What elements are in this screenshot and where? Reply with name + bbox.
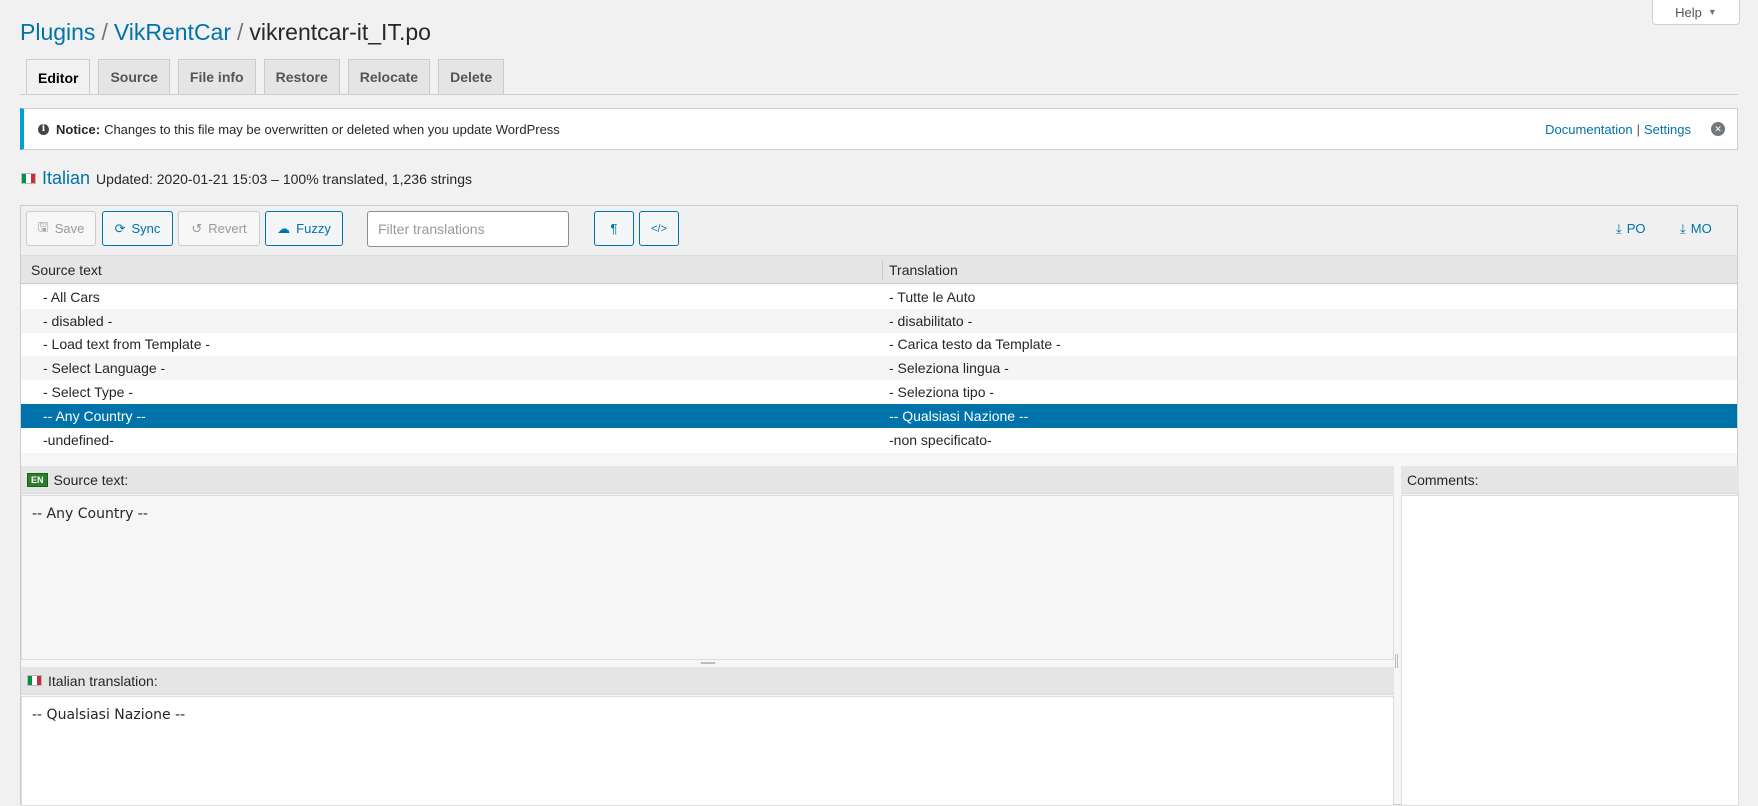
source-text-box: -- Any Country -- — [21, 495, 1394, 660]
close-icon[interactable]: ✕ — [1711, 122, 1725, 136]
notice-title: Notice: — [56, 121, 101, 137]
table-row-selected[interactable]: -- Any Country -- -- Qualsiasi Nazione -- — [21, 403, 1737, 428]
help-label: Help — [1675, 4, 1702, 20]
breadcrumb-vikrentcar-link[interactable]: VikRentCar — [114, 19, 231, 45]
breadcrumb: Plugins / VikRentCar / vikrentcar-it_IT.po — [20, 17, 431, 47]
translation-label-bar: Italian translation: — [21, 667, 1394, 695]
revert-icon: ↺ — [191, 220, 203, 236]
revert-button[interactable]: ↺ Revert — [178, 211, 260, 246]
breadcrumb-plugins-link[interactable]: Plugins — [20, 19, 95, 45]
tab-editor[interactable]: Editor — [26, 59, 91, 95]
po-label: PO — [1626, 221, 1646, 236]
italy-flag-icon — [21, 173, 36, 184]
en-flag-icon: EN — [27, 472, 48, 487]
source-cell: - Load text from Template - — [43, 336, 211, 353]
floppy-disk-icon: 🖫 — [37, 218, 49, 234]
cloud-icon: ☁ — [277, 220, 291, 236]
table-row[interactable]: - disabled - - disabilitato - — [21, 308, 1737, 333]
comments-box[interactable] — [1401, 495, 1739, 806]
table-row[interactable]: - Select Language - - Seleziona lingua - — [21, 356, 1737, 381]
source-cell: - Select Type - — [43, 384, 134, 401]
tab-file-info[interactable]: File info — [177, 59, 256, 94]
info-icon: i — [38, 123, 49, 135]
language-status-text: Updated: 2020-01-21 15:03 – 100% transla… — [96, 170, 472, 187]
translation-cell: -- Qualsiasi Nazione -- — [889, 407, 1029, 424]
translation-textarea[interactable]: -- Qualsiasi Nazione -- — [21, 696, 1394, 806]
download-icon: ⤓ — [1680, 220, 1686, 236]
documentation-link[interactable]: Documentation — [1545, 122, 1632, 137]
source-cell: - disabled - — [43, 312, 113, 329]
translation-cell: - Seleziona lingua - — [889, 360, 1009, 377]
code-view-toggle-button[interactable]: </> — [639, 211, 679, 246]
code-icon: </> — [651, 222, 667, 235]
column-divider[interactable] — [882, 260, 883, 280]
revert-label: Revert — [208, 221, 247, 236]
notice-message: Changes to this file may be overwritten … — [104, 121, 560, 137]
caret-down-icon: ▼ — [1707, 7, 1717, 17]
table-row[interactable]: - All Cars - Tutte le Auto — [21, 285, 1737, 309]
download-icon: ⤓ — [1616, 220, 1622, 236]
translation-cell: -non specificato- — [889, 431, 992, 448]
sync-icon: ⟳ — [114, 220, 126, 236]
source-text-label: Source text: — [53, 471, 129, 488]
translation-cell: - disabilitato - — [889, 312, 973, 329]
grid-header: Source text Translation — [21, 256, 1737, 284]
link-separator: | — [1636, 121, 1641, 137]
breadcrumb-current-file: vikrentcar-it_IT.po — [249, 19, 431, 45]
save-button[interactable]: 🖫 Save — [26, 211, 96, 246]
table-row[interactable]: - Select Type - - Seleziona tipo - — [21, 380, 1737, 404]
breadcrumb-separator: / — [101, 19, 108, 45]
translation-cell: - Tutte le Auto — [889, 288, 976, 305]
source-cell: -undefined- — [43, 431, 114, 448]
source-text-value: -- Any Country -- — [32, 506, 148, 522]
source-cell: - All Cars — [43, 288, 100, 305]
sync-button[interactable]: ⟳ Sync — [102, 211, 173, 246]
invisibles-toggle-button[interactable]: ¶ — [594, 211, 634, 246]
tab-source[interactable]: Source — [98, 59, 170, 94]
column-header-source[interactable]: Source text — [31, 262, 102, 278]
comments-label-bar: Comments: — [1401, 466, 1739, 494]
translation-list: - All Cars - Tutte le Auto - disabled -- … — [21, 285, 1737, 453]
translation-text-value: -- Qualsiasi Nazione -- — [32, 707, 186, 723]
source-cell: - Select Language - — [43, 360, 166, 377]
editor-toolbar: 🖫 Save ⟳ Sync ↺ Revert ☁ Fuzzy ¶ </> ⤓ P… — [21, 206, 1737, 256]
horizontal-resize-handle[interactable] — [701, 662, 715, 664]
tab-delete[interactable]: Delete — [438, 59, 505, 94]
fuzzy-button[interactable]: ☁ Fuzzy — [265, 211, 343, 246]
translation-cell: - Seleziona tipo - — [889, 384, 995, 401]
language-name-link[interactable]: Italian — [42, 168, 90, 189]
fuzzy-label: Fuzzy — [296, 221, 331, 236]
mo-label: MO — [1690, 221, 1712, 236]
download-mo-button[interactable]: ⤓ MO — [1680, 211, 1712, 246]
language-status: Italian Updated: 2020-01-21 15:03 – 100%… — [21, 168, 472, 189]
notice-text: Notice: Changes to this file may be overw… — [56, 122, 560, 137]
translation-cell: - Carica testo da Template - — [889, 336, 1061, 353]
tab-restore[interactable]: Restore — [263, 59, 340, 94]
italian-translation-label: Italian translation: — [48, 672, 158, 689]
notice-links: Documentation | Settings ✕ — [1545, 109, 1725, 149]
help-button[interactable]: Help ▼ — [1652, 0, 1740, 25]
sync-label: Sync — [131, 221, 161, 236]
tab-bar: Editor Source File info Restore Relocate… — [26, 59, 512, 95]
vertical-resize-handle[interactable] — [1395, 654, 1398, 668]
comments-label: Comments: — [1407, 471, 1479, 488]
download-po-button[interactable]: ⤓ PO — [1616, 211, 1646, 246]
settings-link[interactable]: Settings — [1644, 122, 1691, 137]
column-header-translation[interactable]: Translation — [889, 262, 958, 278]
italy-flag-icon — [27, 675, 42, 686]
table-row[interactable]: - Load text from Template - - Carica test… — [21, 333, 1737, 357]
table-row[interactable]: -undefined- -non specificato- — [21, 428, 1737, 452]
save-label: Save — [54, 221, 85, 236]
tab-divider — [20, 94, 1738, 95]
pilcrow-icon: ¶ — [610, 221, 618, 236]
translation-editor: 🖫 Save ⟳ Sync ↺ Revert ☁ Fuzzy ¶ </> ⤓ P… — [20, 205, 1739, 806]
source-text-label-bar: EN Source text: — [21, 466, 1394, 494]
filter-translations-input[interactable] — [367, 211, 569, 247]
tab-relocate[interactable]: Relocate — [347, 59, 431, 94]
source-cell: -- Any Country -- — [43, 407, 146, 424]
breadcrumb-separator: / — [237, 19, 244, 45]
notice-banner: i Notice: Changes to this file may be ove… — [20, 108, 1738, 150]
